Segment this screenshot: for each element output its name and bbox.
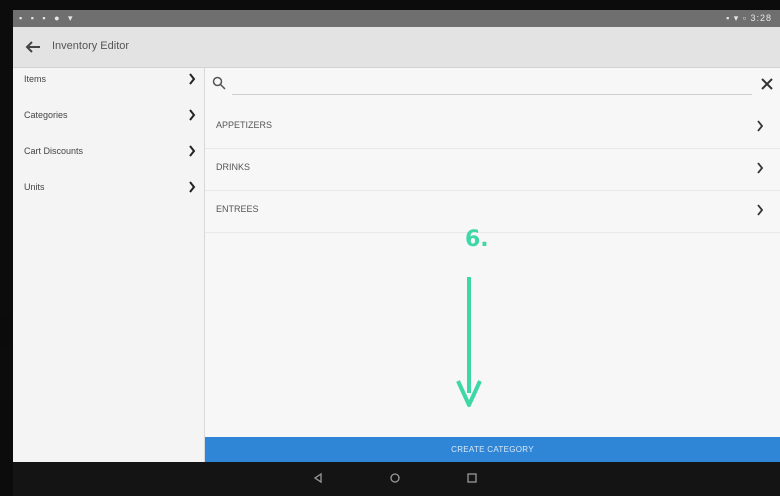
status-notification-icons: ▪ ▪ ▪ ● ▾ [19,13,76,23]
overlay-fragment [0,400,12,440]
chevron-right-icon [757,120,764,132]
chevron-right-icon [189,109,196,121]
status-system-icons: ▪ ▾ ▫ 3:28 [726,13,772,23]
sidebar-item-label: Categories [24,110,68,120]
chevron-right-icon [757,162,764,174]
status-bar: ▪ ▪ ▪ ● ▾ ▪ ▾ ▫ 3:28 [13,10,780,27]
tablet-screen: ▪ ▪ ▪ ● ▾ ▪ ▾ ▫ 3:28 Inventory Editor It… [13,10,780,496]
close-icon[interactable] [760,77,774,91]
page-title: Inventory Editor [52,40,130,52]
category-row-drinks[interactable]: DRINKS [205,148,780,191]
chevron-right-icon [757,204,764,216]
sidebar-item-label: Units [24,182,45,192]
category-label: APPETIZERS [216,120,273,130]
search-input[interactable] [232,74,752,95]
search-icon [212,76,226,90]
sidebar-item-cart-discounts[interactable]: Cart Discounts [13,142,204,164]
category-list-pane: APPETIZERS DRINKS ENTREES [205,68,780,437]
android-nav-bar [13,462,780,496]
chevron-right-icon [189,181,196,193]
recents-square-icon[interactable] [466,472,478,484]
app-bar: Inventory Editor [13,27,780,68]
category-label: ENTREES [216,204,259,214]
overlay-fragment [0,316,12,346]
category-label: DRINKS [216,162,251,172]
category-row-appetizers[interactable]: APPETIZERS [205,106,780,149]
step-label: 6. [465,227,489,252]
arrow-down-icon [456,277,482,407]
sidebar-item-units[interactable]: Units [13,178,204,200]
create-category-button[interactable]: CREATE CATEGORY [205,437,780,462]
chevron-right-icon [189,73,196,85]
frame-notch [413,0,419,10]
sidebar-item-label: Cart Discounts [24,146,84,156]
back-triangle-icon[interactable] [312,472,324,484]
home-circle-icon[interactable] [389,472,401,484]
sidebar-item-categories[interactable]: Categories [13,106,204,128]
chevron-right-icon [189,145,196,157]
category-row-entrees[interactable]: ENTREES [205,190,780,233]
sidebar: Items Categories Cart Discounts Units [13,68,205,462]
back-arrow-icon[interactable] [23,37,43,57]
sidebar-item-label: Items [24,74,47,84]
sidebar-item-items[interactable]: Items [13,70,204,92]
